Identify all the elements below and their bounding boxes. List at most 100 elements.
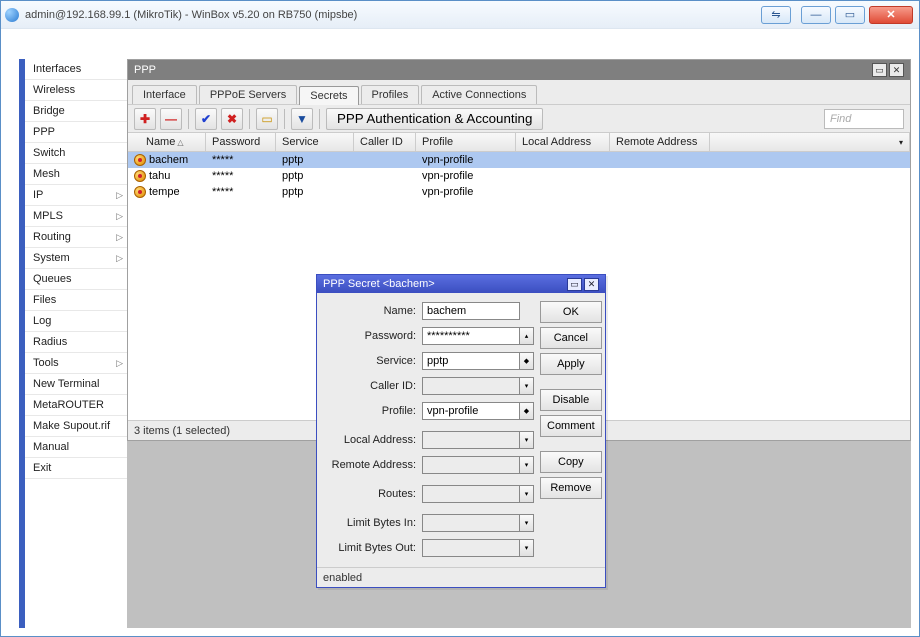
cancel-button[interactable]: Cancel [540,327,602,349]
divider [319,109,320,129]
tab-interface[interactable]: Interface [132,85,197,104]
col-profile[interactable]: Profile [416,133,516,151]
remote-address-toggle[interactable]: ▾ [520,456,534,474]
label-service: Service: [317,355,422,367]
disable-button[interactable]: ✖ [221,108,243,130]
secret-icon [134,170,146,182]
ppp-title: PPP [134,64,156,76]
lbi-toggle[interactable]: ▾ [520,514,534,532]
secret-dialog[interactable]: PPP Secret <bachem> ▭ ✕ Name:bachem Pass… [316,274,606,588]
sidebar-item-wireless[interactable]: Wireless [25,80,127,101]
sidebar-item-radius[interactable]: Radius [25,332,127,353]
comment-button[interactable]: Comment [540,415,602,437]
ppp-toolbar: ✚ — ✔ ✖ ▭ ▼ PPP Authentication & Account… [128,104,910,132]
sidebar-item-files[interactable]: Files [25,290,127,311]
sidebar-item-system[interactable]: System▷ [25,248,127,269]
maximize-button[interactable]: ▭ [835,6,865,24]
sidebar-item-interfaces[interactable]: Interfaces [25,59,127,80]
window-title: admin@192.168.99.1 (MikroTik) - WinBox v… [25,9,759,21]
copy-button[interactable]: Copy [540,451,602,473]
col-local-address[interactable]: Local Address [516,133,610,151]
sidebar-item-switch[interactable]: Switch [25,143,127,164]
sidebar-item-metarouter[interactable]: MetaROUTER [25,395,127,416]
grid-header[interactable]: Name△ Password Service Caller ID Profile… [128,133,910,152]
col-more[interactable]: ▾ [710,133,910,151]
close-button[interactable]: ✕ [869,6,913,24]
label-name: Name: [317,305,422,317]
ok-button[interactable]: OK [540,301,602,323]
sidebar-item-exit[interactable]: Exit [25,458,127,479]
sidebar-item-tools[interactable]: Tools▷ [25,353,127,374]
ppp-titlebar[interactable]: PPP ▭ ✕ [128,60,910,80]
password-toggle[interactable]: ▴ [520,327,534,345]
find-input[interactable]: Find [824,109,904,129]
col-password[interactable]: Password [206,133,276,151]
lbo-toggle[interactable]: ▾ [520,539,534,557]
chevron-right-icon: ▷ [116,248,123,269]
service-select[interactable]: pptp [422,352,520,370]
sidebar-item-routing[interactable]: Routing▷ [25,227,127,248]
ppp-close-button[interactable]: ✕ [889,63,904,77]
ppp-auth-button[interactable]: PPP Authentication & Accounting [326,108,543,130]
sidebar-item-new-terminal[interactable]: New Terminal [25,374,127,395]
remove-button[interactable]: Remove [540,477,602,499]
filter-button[interactable]: ▼ [291,108,313,130]
dialog-close-button[interactable]: ✕ [584,278,599,291]
remove-button[interactable]: — [160,108,182,130]
col-name[interactable]: Name△ [128,133,206,151]
routes-toggle[interactable]: ▾ [520,485,534,503]
sidebar-item-bridge[interactable]: Bridge [25,101,127,122]
sidebar-item-queues[interactable]: Queues [25,269,127,290]
disable-button[interactable]: Disable [540,389,602,411]
table-row[interactable]: bachem*****pptpvpn-profile [128,152,910,168]
table-row[interactable]: tahu*****pptpvpn-profile [128,168,910,184]
label-remote-address: Remote Address: [317,459,422,471]
tab-secrets[interactable]: Secrets [299,86,358,105]
caller-id-input[interactable] [422,377,520,395]
ppp-tabs: InterfacePPPoE ServersSecretsProfilesAct… [128,80,910,104]
profile-select[interactable]: vpn-profile [422,402,520,420]
minimize-button[interactable]: — [801,6,831,24]
label-local-address: Local Address: [317,434,422,446]
col-caller-id[interactable]: Caller ID [354,133,416,151]
add-button[interactable]: ✚ [134,108,156,130]
ppp-restore-button[interactable]: ▭ [872,63,887,77]
sidebar-item-mpls[interactable]: MPLS▷ [25,206,127,227]
local-address-toggle[interactable]: ▾ [520,431,534,449]
col-remote-address[interactable]: Remote Address [610,133,710,151]
label-limit-bytes-out: Limit Bytes Out: [317,542,422,554]
password-input[interactable]: ********** [422,327,520,345]
local-address-input[interactable] [422,431,520,449]
chevron-right-icon: ▷ [116,227,123,248]
remote-address-input[interactable] [422,456,520,474]
tab-profiles[interactable]: Profiles [361,85,420,104]
tab-pppoe-servers[interactable]: PPPoE Servers [199,85,297,104]
service-dropdown-icon[interactable]: ◆ [520,352,534,370]
limit-bytes-out-input[interactable] [422,539,520,557]
apply-button[interactable]: Apply [540,353,602,375]
sidebar-item-make-supout.rif[interactable]: Make Supout.rif [25,416,127,437]
limit-bytes-in-input[interactable] [422,514,520,532]
routes-input[interactable] [422,485,520,503]
divider [249,109,250,129]
divider [284,109,285,129]
sidebar-item-ip[interactable]: IP▷ [25,185,127,206]
label-routes: Routes: [317,488,422,500]
table-row[interactable]: tempe*****pptpvpn-profile [128,184,910,200]
enable-button[interactable]: ✔ [195,108,217,130]
sidebar-item-mesh[interactable]: Mesh [25,164,127,185]
undock-button[interactable]: ⇋ [761,6,791,24]
profile-dropdown-icon[interactable]: ◆ [520,402,534,420]
comment-button[interactable]: ▭ [256,108,278,130]
caller-toggle[interactable]: ▾ [520,377,534,395]
dialog-title: PPP Secret <bachem> [323,278,435,290]
sidebar-item-log[interactable]: Log [25,311,127,332]
dialog-titlebar[interactable]: PPP Secret <bachem> ▭ ✕ [317,275,605,293]
chevron-right-icon: ▷ [116,185,123,206]
sidebar-item-manual[interactable]: Manual [25,437,127,458]
sidebar-item-ppp[interactable]: PPP [25,122,127,143]
name-input[interactable]: bachem [422,302,520,320]
dialog-restore-button[interactable]: ▭ [567,278,582,291]
col-service[interactable]: Service [276,133,354,151]
tab-active-connections[interactable]: Active Connections [421,85,537,104]
